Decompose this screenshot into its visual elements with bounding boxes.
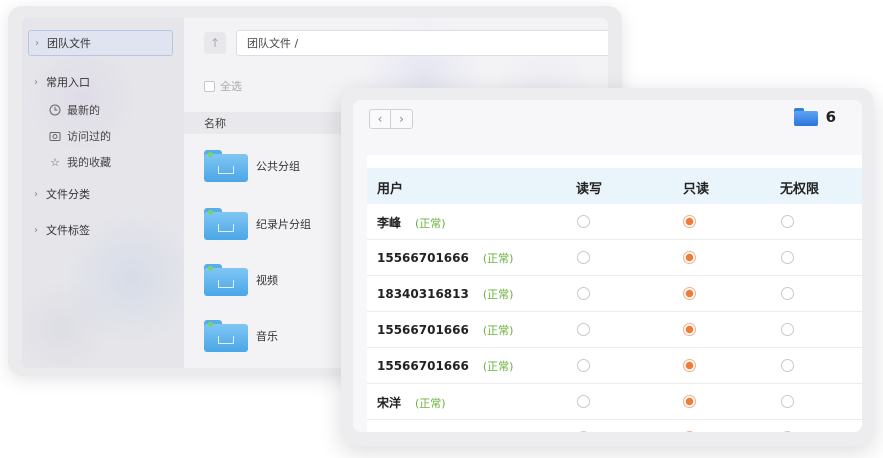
sidebar-item-label: 访问过的 (67, 130, 111, 143)
column-header-readonly: 只读 (683, 182, 710, 197)
sidebar-item-label: 团队文件 (47, 37, 91, 50)
radio-readwrite[interactable] (577, 287, 590, 300)
select-all-checkbox[interactable]: 全选 (204, 78, 242, 94)
radio-none[interactable] (781, 395, 794, 408)
radio-readonly[interactable] (683, 431, 696, 432)
user-cell: 李峰 (正常) (377, 214, 446, 231)
permissions-panel: ‹ › 6 用户 读写 只读 无权限 李峰 (正常) 15566701666 (正常)… (353, 100, 862, 432)
sidebar: › 团队文件 › 常用入口 最新的 访问过的 ☆ 我的收藏 › 文件分类 › 文… (22, 18, 184, 368)
user-status: (正常) (482, 360, 514, 373)
user-cell: 宋洋 (正常) (377, 394, 446, 411)
star-icon: ☆ (50, 155, 60, 169)
radio-readonly[interactable] (683, 215, 696, 228)
radio-none[interactable] (781, 323, 794, 336)
user-name: 18340316813 (377, 287, 469, 301)
clock-icon (48, 103, 62, 117)
table-row: 晓萌 (正常) (367, 420, 862, 432)
checkbox-icon (204, 80, 215, 92)
radio-readwrite[interactable] (577, 251, 590, 264)
radio-readonly[interactable] (683, 359, 696, 372)
sidebar-group-label: 文件标签 (46, 224, 90, 237)
sidebar-group-tags[interactable]: › 文件标签 (34, 222, 90, 238)
radio-readwrite[interactable] (577, 359, 590, 372)
radio-readonly[interactable] (683, 323, 696, 336)
sidebar-group-common[interactable]: › 常用入口 (34, 74, 90, 90)
folder-icon (793, 108, 818, 126)
chevron-right-icon: › (35, 37, 39, 49)
shared-folder-icon (204, 264, 248, 296)
folder-name: 公共分组 (256, 160, 300, 173)
user-cell: 晓萌 (正常) (377, 430, 446, 432)
column-header-readwrite: 读写 (576, 182, 603, 197)
shared-folder-icon (204, 150, 248, 182)
radio-readonly[interactable] (683, 287, 696, 300)
user-name: 15566701666 (377, 323, 469, 337)
sidebar-item-label: 最新的 (67, 104, 100, 117)
column-header-user: 用户 (377, 182, 404, 197)
folder-count-value: 6 (825, 108, 836, 126)
user-name: 15566701666 (377, 359, 469, 373)
radio-none[interactable] (781, 287, 794, 300)
radio-readwrite[interactable] (577, 431, 590, 432)
user-name: 李峰 (377, 216, 402, 230)
user-cell: 18340316813 (正常) (377, 286, 513, 302)
user-name: 宋洋 (377, 396, 402, 410)
sidebar-item-label: 我的收藏 (67, 156, 111, 169)
camera-icon (48, 129, 62, 143)
user-status: (正常) (415, 396, 446, 410)
path-breadcrumb[interactable]: 团队文件 / (236, 30, 608, 56)
column-header-none: 无权限 (780, 182, 820, 197)
user-status: (正常) (482, 324, 514, 337)
radio-none[interactable] (781, 359, 794, 372)
up-arrow-button[interactable]: ↑ (204, 32, 226, 54)
sidebar-item-recent[interactable]: 最新的 (48, 102, 100, 118)
user-status: (正常) (415, 216, 446, 230)
table-row: 李峰 (正常) (367, 204, 862, 240)
chevron-right-icon: › (34, 224, 38, 236)
sidebar-group-label: 常用入口 (46, 76, 90, 89)
radio-readonly[interactable] (683, 251, 696, 264)
radio-readwrite[interactable] (577, 215, 590, 228)
folder-name: 纪录片分组 (256, 218, 311, 231)
forward-button[interactable]: › (391, 109, 413, 129)
nav-buttons: ‹ › (369, 109, 413, 129)
user-status: (正常) (482, 252, 514, 265)
sidebar-group-label: 文件分类 (46, 188, 90, 201)
user-status: (正常) (482, 288, 514, 301)
folder-name: 视频 (256, 274, 278, 287)
sidebar-item-favorites[interactable]: ☆ 我的收藏 (48, 154, 111, 170)
chevron-right-icon: › (34, 76, 38, 88)
table-row: 15566701666 (正常) (367, 240, 862, 276)
radio-none[interactable] (781, 215, 794, 228)
radio-none[interactable] (781, 431, 794, 432)
table-row: 18340316813 (正常) (367, 276, 862, 312)
radio-readwrite[interactable] (577, 323, 590, 336)
user-status: (正常) (415, 431, 446, 433)
user-cell: 15566701666 (正常) (377, 358, 513, 374)
user-name: 15566701666 (377, 251, 469, 265)
permissions-window: ‹ › 6 用户 读写 只读 无权限 李峰 (正常) 15566701666 (正常)… (341, 88, 874, 446)
folder-name: 音乐 (256, 330, 278, 343)
user-name: 晓萌 (377, 430, 401, 432)
sidebar-item-visited[interactable]: 访问过的 (48, 128, 111, 144)
sidebar-item-team-files[interactable]: › 团队文件 (28, 30, 173, 56)
table-row: 15566701666 (正常) (367, 348, 862, 384)
table-row: 宋洋 (正常) (367, 384, 862, 420)
shared-folder-icon (204, 320, 248, 352)
radio-none[interactable] (781, 251, 794, 264)
folder-count: 6 (793, 108, 836, 126)
chevron-right-icon: › (34, 188, 38, 200)
user-cell: 15566701666 (正常) (377, 250, 513, 266)
sidebar-group-categories[interactable]: › 文件分类 (34, 186, 90, 202)
user-cell: 15566701666 (正常) (377, 322, 513, 338)
permissions-table: 用户 读写 只读 无权限 李峰 (正常) 15566701666 (正常) 183403… (367, 155, 862, 432)
select-all-label: 全选 (220, 80, 242, 93)
table-header: 用户 读写 只读 无权限 (367, 168, 862, 204)
radio-readwrite[interactable] (577, 395, 590, 408)
radio-readonly[interactable] (683, 395, 696, 408)
back-button[interactable]: ‹ (369, 109, 391, 129)
shared-folder-icon (204, 208, 248, 240)
table-row: 15566701666 (正常) (367, 312, 862, 348)
